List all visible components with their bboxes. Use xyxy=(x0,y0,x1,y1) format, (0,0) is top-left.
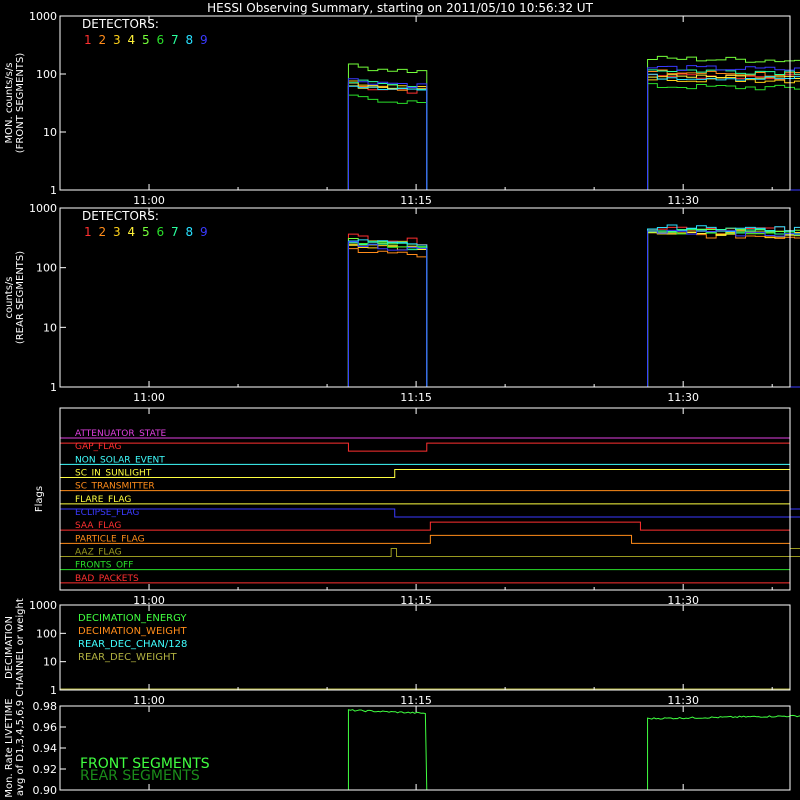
rear-xtick-label: 11:00 xyxy=(133,391,165,404)
livetime-ytick-label: 0.98 xyxy=(33,700,58,713)
decimation-ylabel: CHANNEL or weight xyxy=(15,598,26,697)
flag-label-flare_flag: FLARE_FLAG xyxy=(75,495,131,505)
rear-legend-det-2: 2 xyxy=(99,225,107,239)
rear-legend-det-8: 8 xyxy=(186,225,194,239)
decimation-ytick-label: 100 xyxy=(36,627,57,640)
flag-label-fronts_off: FRONTS_OFF xyxy=(75,561,133,571)
decimation-legend-1: DECIMATION_WEIGHT xyxy=(78,626,187,637)
front-xtick-label: 11:00 xyxy=(133,194,165,207)
rear-ylabel: counts/s xyxy=(4,276,15,318)
front-legend-det-3: 3 xyxy=(113,33,121,47)
decimation-xtick-label: 11:15 xyxy=(400,694,432,707)
rear-legend-det-9: 9 xyxy=(200,225,208,239)
front-legend-det-6: 6 xyxy=(157,33,165,47)
front-ytick-label: 1000 xyxy=(29,10,57,23)
livetime-legend-rear: REAR SEGMENTS xyxy=(80,768,200,784)
flag-label-eclipse_flag: ECLIPSE_FLAG xyxy=(75,508,139,518)
flag-label-sc_in_sunlight: SC_IN_SUNLIGHT xyxy=(75,469,152,479)
decimation-xtick-label: 11:00 xyxy=(133,694,165,707)
livetime-ytick-label: 0.96 xyxy=(33,721,58,734)
rear-ylabel: (REAR SEGMENTS) xyxy=(15,251,26,344)
front-ylabel: (FRONT SEGMENTS) xyxy=(15,53,26,154)
rear-legend-det-7: 7 xyxy=(171,225,179,239)
decimation-ylabel: DECIMATION xyxy=(4,616,15,679)
front-ytick-label: 100 xyxy=(36,68,57,81)
rear-ytick-label: 1000 xyxy=(29,202,57,215)
decimation-ytick-label: 1 xyxy=(50,684,57,697)
rear-xtick-label: 11:30 xyxy=(667,391,699,404)
flag-label-attenuator_state: ATTENUATOR_STATE xyxy=(75,429,167,439)
decimation-legend-0: DECIMATION_ENERGY xyxy=(78,613,187,624)
front-legend-det-9: 9 xyxy=(200,33,208,47)
front-ytick-label: 1 xyxy=(50,184,57,197)
livetime-ytick-label: 0.94 xyxy=(33,742,58,755)
front-legend-det-5: 5 xyxy=(142,33,150,47)
flag-label-bad_packets: BAD_PACKETS xyxy=(75,574,139,584)
rear-legend-det-6: 6 xyxy=(157,225,165,239)
flag-label-non_solar_event: NON_SOLAR_EVENT xyxy=(75,455,165,465)
rear-ytick-label: 10 xyxy=(43,321,57,334)
front-legend-det-1: 1 xyxy=(84,33,92,47)
rear-ytick-label: 100 xyxy=(36,262,57,275)
front-ytick-label: 10 xyxy=(43,126,57,139)
chart-title: HESSI Observing Summary, starting on 201… xyxy=(207,1,593,15)
front-xtick-label: 11:30 xyxy=(667,194,699,207)
decimation-legend-2: REAR_DEC_CHAN/128 xyxy=(78,639,187,650)
flag-label-particle_flag: PARTICLE_FLAG xyxy=(75,534,145,544)
front-legend-det-2: 2 xyxy=(99,33,107,47)
hessi-summary-plot: HESSI Observing Summary, starting on 201… xyxy=(0,0,800,800)
flag-label-sc_transmitter: SC_TRANSMITTER xyxy=(75,482,155,492)
rear-xtick-label: 11:15 xyxy=(400,391,432,404)
rear-legend-det-3: 3 xyxy=(113,225,121,239)
front-legend-det-7: 7 xyxy=(171,33,179,47)
decimation-legend-3: REAR_DEC_WEIGHT xyxy=(78,652,177,663)
livetime-ylabel: Mon. Rate LIVETIME xyxy=(4,698,15,797)
rear-legend-det-4: 4 xyxy=(128,225,136,239)
front-legend-title: DETECTORS: xyxy=(82,17,159,31)
front-ylabel: MON. counts/s/s xyxy=(4,63,15,144)
flag-label-saa_flag: SAA_FLAG xyxy=(75,521,121,531)
front-xtick-label: 11:15 xyxy=(400,194,432,207)
front-legend-det-8: 8 xyxy=(186,33,194,47)
decimation-ytick-label: 1000 xyxy=(29,599,57,612)
rear-legend-det-5: 5 xyxy=(142,225,150,239)
flag-label-aaz_flag: AAZ_FLAG xyxy=(75,548,122,558)
livetime-ytick-label: 0.92 xyxy=(33,763,58,776)
rear-legend-det-1: 1 xyxy=(84,225,92,239)
decimation-ytick-label: 10 xyxy=(43,656,57,669)
front-legend-det-4: 4 xyxy=(128,33,136,47)
decimation-xtick-label: 11:30 xyxy=(667,694,699,707)
rear-legend-title: DETECTORS: xyxy=(82,209,159,223)
livetime-ylabel: avg of D1,3,4,5,6,9 xyxy=(15,700,26,796)
flag-label-gap_flag: GAP_FLAG xyxy=(75,442,121,452)
rear-ytick-label: 1 xyxy=(50,381,57,394)
flags-ylabel: Flags xyxy=(34,486,45,512)
livetime-ytick-label: 0.90 xyxy=(33,784,58,797)
